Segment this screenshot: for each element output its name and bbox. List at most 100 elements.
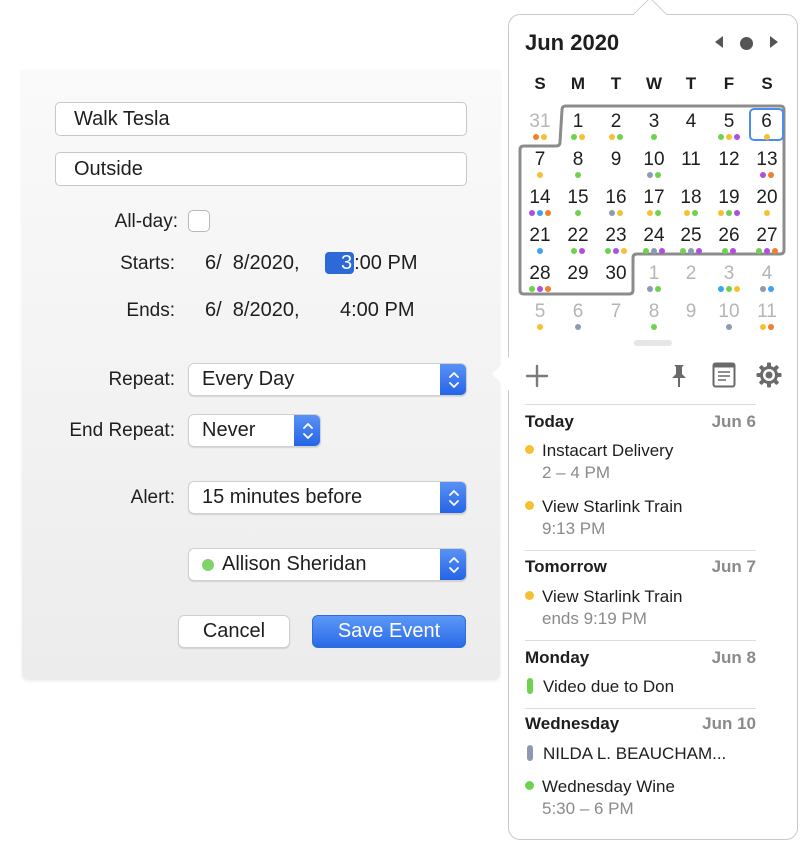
- day-cell[interactable]: 7: [521, 148, 559, 186]
- repeat-popup[interactable]: Every Day: [188, 363, 467, 396]
- pin-icon[interactable]: [670, 363, 688, 389]
- agenda-event[interactable]: Video due to Don: [525, 677, 674, 697]
- alert-value: 15 minutes before: [202, 486, 363, 508]
- day-cell[interactable]: 1: [559, 110, 597, 148]
- day-cell[interactable]: 6: [559, 300, 597, 338]
- day-cell[interactable]: 12: [710, 148, 748, 186]
- agenda-event[interactable]: Wednesday Wine 5:30 – 6 PM: [525, 777, 675, 819]
- day-cell[interactable]: 8: [635, 300, 673, 338]
- gear-icon[interactable]: [756, 362, 782, 388]
- day-cell[interactable]: 30: [597, 262, 635, 300]
- day-number: 21: [529, 225, 551, 246]
- today-dot-icon[interactable]: [740, 37, 753, 50]
- day-cell[interactable]: 29: [559, 262, 597, 300]
- day-cell[interactable]: 2: [597, 110, 635, 148]
- save-event-button[interactable]: Save Event: [312, 615, 466, 648]
- day-cell[interactable]: 2: [672, 262, 710, 300]
- day-cell[interactable]: 4: [748, 262, 786, 300]
- starts-hour-selected[interactable]: 3: [325, 252, 355, 274]
- next-month-icon[interactable]: [770, 36, 778, 48]
- day-cell[interactable]: 18: [672, 186, 710, 224]
- event-location-field[interactable]: Outside: [55, 152, 467, 186]
- event-dots: [521, 134, 559, 140]
- day-cell[interactable]: 5: [710, 110, 748, 148]
- day-cell[interactable]: 28: [521, 262, 559, 300]
- day-cell[interactable]: 14: [521, 186, 559, 224]
- day-cell[interactable]: 3: [710, 262, 748, 300]
- calendar-popup[interactable]: Allison Sheridan: [188, 548, 467, 581]
- day-cell[interactable]: 31: [521, 110, 559, 148]
- day-cell[interactable]: 8: [559, 148, 597, 186]
- agenda-event[interactable]: NILDA L. BEAUCHAM...: [525, 744, 726, 764]
- agenda-divider: [525, 404, 756, 405]
- day-cell[interactable]: 11: [748, 300, 786, 338]
- day-number: 31: [529, 111, 551, 132]
- event-dot: [734, 134, 740, 140]
- event-dot: [756, 248, 762, 254]
- starts-date[interactable]: 6/ 8/2020,: [205, 252, 300, 275]
- plus-icon[interactable]: [525, 364, 549, 388]
- event-dot: [734, 286, 740, 292]
- event-dot: [643, 248, 649, 254]
- day-cell[interactable]: 3: [635, 110, 673, 148]
- day-cell[interactable]: 21: [521, 224, 559, 262]
- day-number: 29: [567, 263, 589, 284]
- day-number: 6: [761, 111, 772, 132]
- allday-checkbox[interactable]: [188, 210, 210, 232]
- day-cell[interactable]: 26: [710, 224, 748, 262]
- day-cell[interactable]: 7: [597, 300, 635, 338]
- day-cell[interactable]: 5: [521, 300, 559, 338]
- agenda-event[interactable]: Instacart Delivery 2 – 4 PM: [525, 441, 673, 483]
- day-cell[interactable]: 1: [635, 262, 673, 300]
- calendar-value: Allison Sheridan: [222, 553, 367, 575]
- day-cell[interactable]: 17: [635, 186, 673, 224]
- agenda-day-name: Today: [525, 412, 574, 431]
- event-dots: [559, 286, 597, 292]
- notes-icon[interactable]: [712, 362, 736, 388]
- agenda-day-date: Jun 10: [702, 714, 756, 733]
- cancel-button[interactable]: Cancel: [178, 615, 290, 648]
- day-cell[interactable]: 22: [559, 224, 597, 262]
- day-cell[interactable]: 10: [710, 300, 748, 338]
- event-dots: [635, 324, 673, 330]
- day-cell[interactable]: 25: [672, 224, 710, 262]
- event-dots: [597, 286, 635, 292]
- ends-time[interactable]: 4:00 PM: [340, 299, 414, 322]
- day-cell[interactable]: 19: [710, 186, 748, 224]
- starts-minutes[interactable]: :00 PM: [354, 252, 417, 274]
- event-dot: [722, 248, 728, 254]
- day-cell[interactable]: 27: [748, 224, 786, 262]
- event-dot: [647, 172, 653, 178]
- event-dot: [575, 210, 581, 216]
- weekday-label: S: [761, 74, 773, 93]
- day-cell[interactable]: 4: [672, 110, 710, 148]
- resize-handle[interactable]: [634, 340, 672, 346]
- day-number: 10: [718, 301, 740, 322]
- day-cell[interactable]: 9: [672, 300, 710, 338]
- starts-time[interactable]: 3:00 PM: [325, 252, 417, 275]
- day-cell[interactable]: 10: [635, 148, 673, 186]
- event-dots: [521, 286, 559, 292]
- day-cell[interactable]: 24: [635, 224, 673, 262]
- day-cell[interactable]: 20: [748, 186, 786, 224]
- end-repeat-popup[interactable]: Never: [188, 414, 321, 447]
- ends-label: Ends:: [126, 300, 175, 321]
- prev-month-icon[interactable]: [715, 36, 723, 48]
- event-title-field[interactable]: Walk Tesla: [55, 102, 467, 136]
- day-cell[interactable]: 11: [672, 148, 710, 186]
- agenda-event[interactable]: View Starlink Train ends 9:19 PM: [525, 587, 682, 629]
- agenda-event[interactable]: View Starlink Train 9:13 PM: [525, 497, 682, 539]
- end-repeat-value: Never: [202, 419, 256, 441]
- day-cell[interactable]: 23: [597, 224, 635, 262]
- day-cell[interactable]: 15: [559, 186, 597, 224]
- event-dot: [726, 210, 732, 216]
- event-dots: [748, 324, 786, 330]
- day-cell[interactable]: 9: [597, 148, 635, 186]
- event-dots: [672, 172, 710, 178]
- ends-date[interactable]: 6/ 8/2020,: [205, 299, 300, 322]
- day-cell-today[interactable]: 6: [749, 108, 784, 141]
- day-cell[interactable]: 13: [748, 148, 786, 186]
- day-cell[interactable]: 16: [597, 186, 635, 224]
- alert-popup[interactable]: 15 minutes before: [188, 481, 467, 514]
- event-dots: [672, 134, 710, 140]
